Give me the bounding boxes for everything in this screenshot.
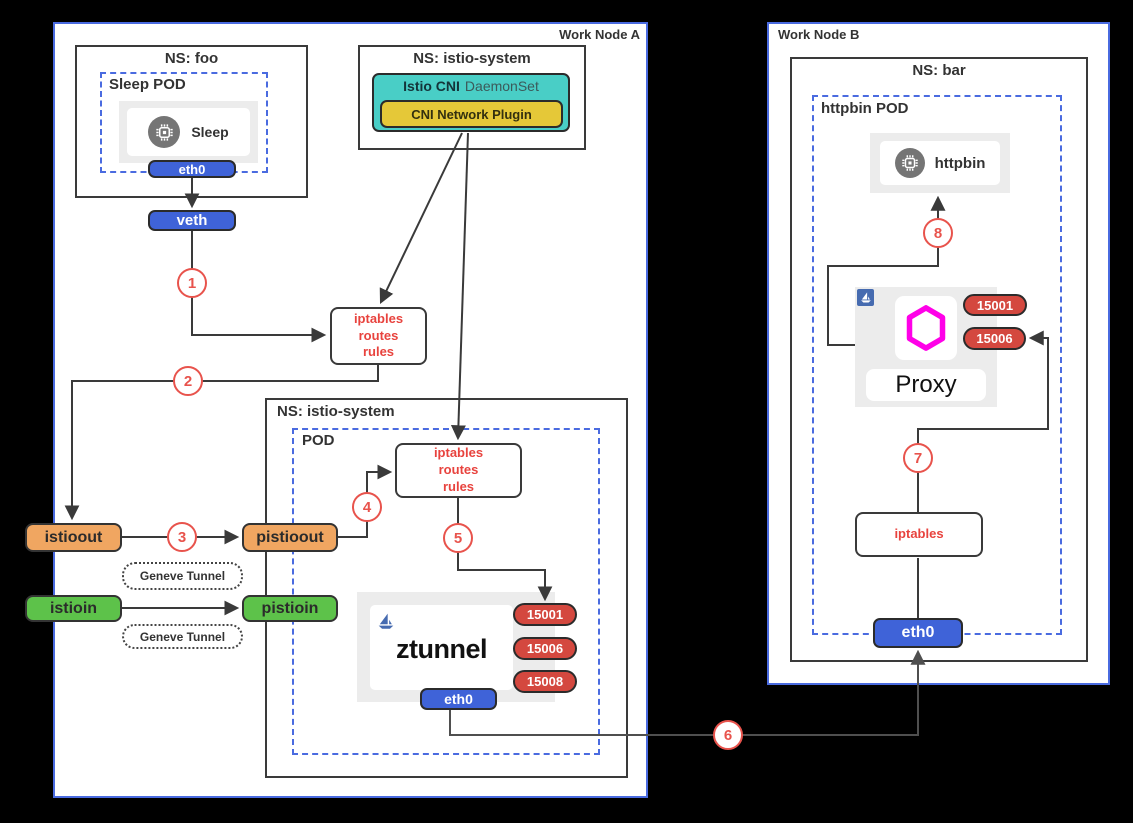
- diagram-canvas: Work Node A NS: foo Sleep POD Sleep eth0…: [0, 0, 1133, 823]
- httpbin-pod-label: httpbin POD: [821, 100, 908, 117]
- ztunnel-eth0-badge: eth0: [420, 688, 497, 710]
- sleep-chip-icon: [148, 116, 180, 148]
- ns-foo-label: NS: foo: [75, 50, 308, 67]
- istioout-badge: istioout: [25, 523, 122, 552]
- step-7: 7: [903, 443, 933, 473]
- step-8: 8: [923, 218, 953, 248]
- step-3: 3: [167, 522, 197, 552]
- pistioout-badge: pistioout: [242, 523, 338, 552]
- ztunnel-sailboat-icon: [377, 613, 395, 636]
- envoy-hexagon-icon: [895, 296, 957, 360]
- geneve-tunnel-2: Geneve Tunnel: [122, 624, 243, 649]
- proxy-port-15006: 15006: [963, 327, 1026, 350]
- step-2: 2: [173, 366, 203, 396]
- sleep-app-label: Sleep: [191, 124, 228, 140]
- ztunnel-pod-label: POD: [302, 432, 335, 449]
- ns-bar-label: NS: bar: [790, 62, 1088, 79]
- ztunnel-name: ztunnel: [370, 634, 513, 665]
- sleep-pod-label: Sleep POD: [109, 76, 186, 93]
- host-rules-line1: iptables: [354, 311, 403, 328]
- host-rules-box: iptables routes rules: [330, 307, 427, 365]
- httpbin-app-inner: httpbin: [880, 141, 1000, 185]
- cni-network-plugin-box: CNI Network Plugin: [380, 100, 563, 128]
- step-1: 1: [177, 268, 207, 298]
- sleep-app-inner: Sleep: [127, 108, 250, 156]
- proxy-name: Proxy: [866, 369, 986, 401]
- pod-rules-line2: routes: [439, 462, 479, 479]
- istio-cni-type: DaemonSet: [465, 78, 539, 94]
- nodeb-iptables-box: iptables: [855, 512, 983, 557]
- pod-rules-line1: iptables: [434, 445, 483, 462]
- istio-cni-daemonset-title: Istio CNI DaemonSet: [372, 76, 570, 96]
- proxy-port-15001: 15001: [963, 294, 1027, 316]
- step-6: 6: [713, 720, 743, 750]
- pod-rules-box: iptables routes rules: [395, 443, 522, 498]
- step-5: 5: [443, 523, 473, 553]
- ztunnel-port-15001: 15001: [513, 603, 577, 626]
- work-node-b-title: Work Node B: [778, 27, 859, 42]
- host-rules-line2: routes: [359, 328, 399, 345]
- step-4: 4: [352, 492, 382, 522]
- veth-badge: veth: [148, 210, 236, 231]
- istio-logo-icon: [857, 289, 874, 306]
- nodeb-eth0-badge: eth0: [873, 618, 963, 648]
- sleep-eth0-badge: eth0: [148, 160, 236, 178]
- nodeb-iptables-label: iptables: [894, 526, 943, 543]
- pistioin-badge: pistioin: [242, 595, 338, 622]
- httpbin-app-label: httpbin: [935, 155, 986, 172]
- geneve-tunnel-1: Geneve Tunnel: [122, 562, 243, 590]
- ztunnel-port-15006: 15006: [513, 637, 577, 660]
- ns-istio-top-label: NS: istio-system: [358, 50, 586, 67]
- ztunnel-port-15008: 15008: [513, 670, 577, 693]
- istio-cni-name: Istio CNI: [403, 78, 460, 94]
- work-node-a-title: Work Node A: [540, 27, 640, 42]
- httpbin-chip-icon: [895, 148, 925, 178]
- ns-istio-pod-label: NS: istio-system: [277, 403, 395, 420]
- host-rules-line3: rules: [363, 344, 394, 361]
- pod-rules-line3: rules: [443, 479, 474, 496]
- istioin-badge: istioin: [25, 595, 122, 622]
